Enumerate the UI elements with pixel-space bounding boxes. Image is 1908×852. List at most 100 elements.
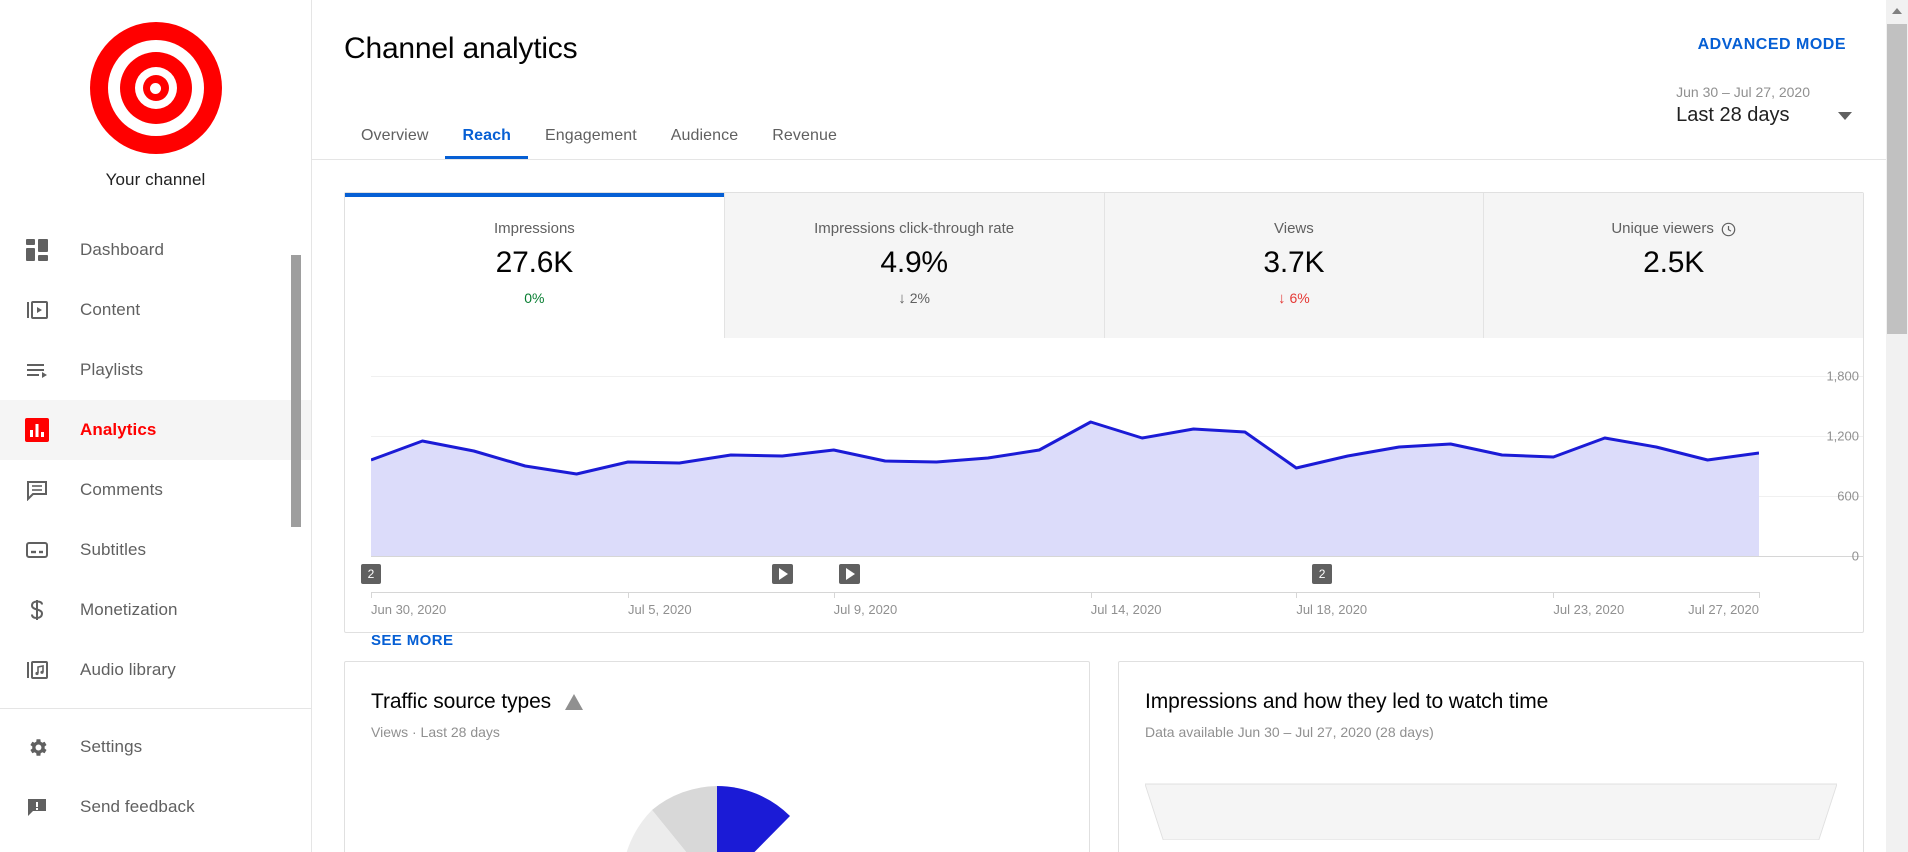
chart-marker-count[interactable]: 2 [361,564,381,584]
chart-x-tick-label: Jul 18, 2020 [1296,602,1368,617]
play-icon [846,568,856,580]
scroll-up-arrow-icon[interactable] [1886,0,1908,22]
metric-label-text: Unique viewers [1611,220,1714,237]
arrow-down-icon: ↓ [1278,289,1286,307]
traffic-source-types-card[interactable]: Traffic source types Views · Last 28 day… [344,661,1090,852]
metric-delta: ↓ 2% [725,289,1104,307]
tab-audience[interactable]: Audience [654,127,756,159]
avatar-ring-6 [150,82,161,94]
analytics-bar-icon [22,415,52,445]
sidebar-item-playlists[interactable]: Playlists [0,340,311,400]
clock-icon [1721,222,1736,237]
sidebar-item-label: Comments [80,480,163,499]
avatar-ring-4 [134,67,177,109]
chart-x-tick-label: Jul 5, 2020 [628,602,692,617]
chart-plot-area[interactable]: 0 600 1,200 1,800 [371,369,1863,564]
chart-x-tick-label: Jul 27, 2020 [1688,602,1759,617]
metric-label-text: Impressions [493,220,575,237]
chart-x-tick [833,592,835,598]
sidebar-nav: Dashboard Content Playlists Analytics Co… [0,220,311,837]
metric-value: 2.5K [1643,246,1705,279]
gear-icon [22,732,52,762]
content-video-icon [22,295,52,325]
chart-x-tick [371,592,372,598]
sidebar-item-send-feedback[interactable]: Send feedback [0,777,311,837]
impressions-chart: 0 600 1,200 1,800 Jun 30, 2020 Jul 5, 2020 Ju… [345,338,1863,649]
sidebar-item-comments[interactable]: Comments [0,460,311,520]
chart-marker-video[interactable] [839,564,861,584]
sidebar-item-subtitles[interactable]: Subtitles [0,520,311,580]
arrow-down-icon: ↓ [898,289,906,307]
impressions-watch-time-card[interactable]: Impressions and how they led to watch ti… [1118,661,1864,852]
chart-x-tick-label: Jul 9, 2020 [833,602,898,617]
sidebar-item-dashboard[interactable]: Dashboard [0,220,311,280]
see-more-button[interactable]: SEE MORE [371,632,453,649]
metrics-and-chart-card: Impressions 27.6K 0% Impressions click-t… [344,192,1864,649]
card-title-text: Traffic source types [371,690,552,713]
channel-name: Your channel [105,170,206,189]
channel-block[interactable]: Your channel [0,0,311,190]
page-scrollbar[interactable] [1886,0,1908,852]
comments-icon [22,475,52,505]
dollar-icon [22,595,52,625]
sidebar-item-audio-library[interactable]: Audio library [0,640,311,700]
analytics-content: Impressions 27.6K 0% Impressions click-t… [312,160,1908,852]
metric-delta-text: 6% [1289,290,1310,306]
main-content: Channel analytics ADVANCED MODE Jun 30 –… [312,0,1908,852]
sidebar-item-analytics[interactable]: Analytics [0,400,311,460]
avatar-ring-5 [142,75,169,101]
sidebar-item-label: Monetization [80,600,178,619]
chart-marker-video[interactable] [772,564,794,584]
card-subtitle: Data available Jun 30 – Jul 27, 2020 (28… [1145,724,1434,740]
chart-x-tick-label: Jun 30, 2020 [371,602,447,617]
chart-x-tick [1090,592,1092,598]
chart-y-tick-label: 0 [1851,548,1859,564]
metric-card-impressions[interactable]: Impressions 27.6K 0% [345,193,724,338]
bottom-cards-row: Traffic source types Views · Last 28 day… [344,661,1864,852]
metric-delta-text: 2% [909,290,930,306]
sidebar-item-label: Subtitles [80,540,147,559]
tab-engagement[interactable]: Engagement [528,127,654,159]
play-icon [779,568,789,580]
metric-card-unique-viewers[interactable]: Unique viewers 2.5K [1483,193,1863,338]
chart-y-tick-label: 1,200 [1826,428,1859,444]
sidebar-item-content[interactable]: Content [0,280,311,340]
sidebar-item-label: Analytics [80,420,157,439]
date-range-texts: Jun 30 – Jul 27, 2020 Last 28 days [1676,82,1810,128]
tab-reach[interactable]: Reach [445,127,528,159]
metric-card-impressions-ctr[interactable]: Impressions click-through rate 4.9% ↓ 2% [723,193,1104,338]
metric-label: Unique viewers [1484,219,1863,239]
sidebar-item-label: Content [80,300,141,319]
tab-overview[interactable]: Overview [344,127,445,159]
metric-card-views[interactable]: Views 3.7K ↓ 6% [1103,193,1484,338]
chart-x-tick [1296,592,1298,598]
feedback-icon [22,792,52,822]
pie-chart[interactable] [612,770,822,852]
avatar-ring-2 [107,40,204,136]
metric-delta: 0% [345,289,724,307]
metric-label: Views [1105,219,1484,239]
sidebar-item-monetization[interactable]: Monetization [0,580,311,640]
avatar[interactable] [89,22,222,154]
sidebar-scrollbar-thumb[interactable] [291,255,301,527]
sidebar-item-settings[interactable]: Settings [0,717,311,777]
funnel-chart[interactable] [1144,780,1838,841]
page-scrollbar-thumb[interactable] [1887,24,1907,334]
chart-y-tick-label: 1,800 [1826,368,1859,384]
metric-label: Impressions [345,219,724,239]
metric-value: 3.7K [1263,246,1325,279]
chart-marker-count[interactable]: 2 [1312,564,1333,584]
sidebar-divider [0,708,311,709]
chevron-down-icon[interactable] [1838,112,1852,120]
date-range-selector[interactable]: Jun 30 – Jul 27, 2020 Last 28 days [1676,82,1852,128]
sidebar-item-label: Audio library [80,660,176,679]
tab-revenue[interactable]: Revenue [755,127,854,159]
dashboard-icon [22,235,52,265]
advanced-mode-button[interactable]: ADVANCED MODE [1698,36,1846,54]
metric-label-text: Impressions click-through rate [814,220,1015,237]
chart-y-tick-label: 600 [1837,488,1859,504]
chart-x-tick [628,592,630,598]
metrics-row: Impressions 27.6K 0% Impressions click-t… [345,193,1863,338]
metric-delta-text: 0% [524,290,545,306]
sidebar-item-label: Playlists [80,360,144,379]
